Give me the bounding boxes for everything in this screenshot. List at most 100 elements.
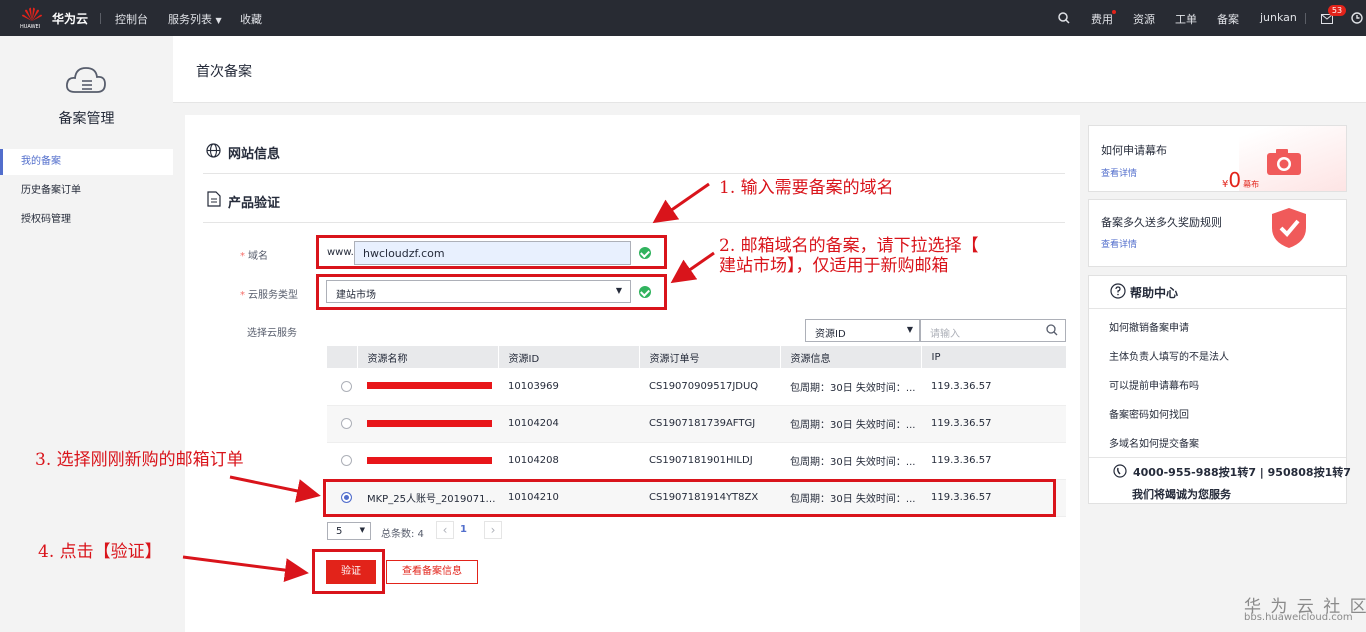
section-divider xyxy=(203,222,1065,223)
column-header-id[interactable]: 资源ID xyxy=(498,346,640,368)
help-slogan: 我们将竭诚为您服务 xyxy=(1132,488,1231,501)
search-icon[interactable] xyxy=(1058,12,1070,24)
nav-tickets[interactable]: 工单 xyxy=(1175,11,1197,27)
help-link[interactable]: 多域名如何提交备案 xyxy=(1109,435,1199,450)
help-title: 帮助中心 xyxy=(1130,286,1179,300)
column-header-name[interactable]: 资源名称 xyxy=(357,346,499,368)
column-header-ip[interactable]: IP xyxy=(921,346,1067,368)
sidebar-item-auth-code[interactable]: 授权码管理 xyxy=(0,207,173,233)
search-input[interactable]: 请输入 xyxy=(920,319,1066,342)
prev-page-button[interactable]: ‹ xyxy=(436,521,454,539)
sidebar-item-history-orders[interactable]: 历史备案订单 xyxy=(0,178,173,204)
clock-icon[interactable] xyxy=(1351,12,1363,24)
search-icon[interactable] xyxy=(1046,324,1058,336)
help-link[interactable]: 主体负责人填写的不是法人 xyxy=(1109,348,1229,363)
resource-name-cell xyxy=(357,368,498,406)
user-name[interactable]: junkan xyxy=(1260,11,1297,24)
nav-favorites[interactable]: 收藏 xyxy=(240,11,262,27)
promo-link[interactable]: 查看详情 xyxy=(1101,166,1137,179)
user-divider xyxy=(1305,13,1306,24)
price-tag: ¥0 幕布 xyxy=(1222,168,1259,192)
search-field-value: 资源ID xyxy=(815,329,846,340)
table-row[interactable]: 10104208 CS1907181901HILDJ 包周期：30日 失效时间：… xyxy=(327,442,1066,480)
annotation-step-1: 1. 输入需要备案的域名 xyxy=(719,178,894,198)
annotation-step-2-line-2: 建站市场】，仅适用于新购邮箱 xyxy=(719,256,949,276)
annotation-step-4: 4. 点击【验证】 xyxy=(38,542,162,562)
column-header-select xyxy=(327,346,358,368)
phone-icon xyxy=(1113,463,1127,479)
row-radio[interactable] xyxy=(341,454,352,466)
search-field-select[interactable]: 资源ID ▼ xyxy=(805,319,920,342)
total-count: 总条数: 4 xyxy=(381,529,424,540)
row-radio[interactable] xyxy=(341,417,352,429)
next-page-button[interactable]: › xyxy=(484,521,502,539)
help-link[interactable]: 可以提前申请幕布吗 xyxy=(1109,377,1199,392)
search-input-placeholder: 请输入 xyxy=(930,329,960,340)
page-size-select[interactable]: 5 ▼ xyxy=(327,522,371,540)
help-phone: 4000-955-988按1转7 | 950808按1转7 xyxy=(1133,466,1351,479)
top-navigation-bar: HUAWEI 华为云 控制台 服务列表 ▼ 收藏 费用 资源 工单 备案 jun… xyxy=(0,0,1366,36)
caret-down-icon: ▼ xyxy=(215,16,222,25)
huawei-logo[interactable]: HUAWEI xyxy=(20,6,44,32)
page-title: 首次备案 xyxy=(196,64,252,80)
row-radio[interactable] xyxy=(341,380,352,392)
document-icon xyxy=(207,191,221,207)
help-link[interactable]: 备案密码如何找回 xyxy=(1109,406,1189,421)
view-record-button[interactable]: 查看备案信息 xyxy=(386,560,478,584)
help-link[interactable]: 如何撤销备案申请 xyxy=(1109,319,1189,334)
price-value: 0 xyxy=(1228,168,1242,192)
resource-ip-cell: 119.3.36.57 xyxy=(921,442,1066,480)
shield-check-icon xyxy=(1269,206,1309,250)
nav-service-list-label: 服务列表 xyxy=(168,13,212,26)
annotation-step-3: 3. 选择刚刚新购的邮箱订单 xyxy=(35,450,244,470)
redacted-mark xyxy=(367,382,492,390)
resource-id-cell: 10104204 xyxy=(498,405,639,443)
promo-card-reward[interactable]: 备案多久送多久奖励规则 查看详情 xyxy=(1088,199,1347,267)
sidebar-title: 备案管理 xyxy=(58,111,115,127)
required-mark: * xyxy=(240,290,245,301)
resource-info-cell: 包周期：30日 失效时间：... xyxy=(780,405,921,443)
question-circle-icon xyxy=(1110,283,1126,299)
service-type-label: * 云服务类型 xyxy=(220,286,298,301)
domain-label-text: 域名 xyxy=(248,251,268,262)
brand-name[interactable]: 华为云 xyxy=(52,10,88,27)
row-select-cell[interactable] xyxy=(327,405,357,443)
sidebar-item-my-filings[interactable]: 我的备案 xyxy=(0,149,173,175)
promo-title: 备案多久送多久奖励规则 xyxy=(1101,216,1222,229)
cloud-document-icon xyxy=(63,62,109,98)
annotation-step-2-line-1: 2. 邮箱域名的备案，请下拉选择【 xyxy=(719,236,979,256)
dropdown-arrow-icon: ▼ xyxy=(906,325,913,334)
resource-name-cell xyxy=(357,405,498,443)
promo-title: 如何申请幕布 xyxy=(1101,144,1167,157)
section-divider xyxy=(203,173,1065,174)
table-row[interactable]: 10103969 CS19070909517JDUQ 包周期：30日 失效时间：… xyxy=(327,368,1066,406)
resource-order-cell: CS1907181901HILDJ xyxy=(639,442,780,480)
current-page[interactable]: 1 xyxy=(460,524,467,535)
row-select-cell[interactable] xyxy=(327,442,357,480)
column-header-info[interactable]: 资源信息 xyxy=(780,346,922,368)
promo-card-curtain[interactable]: 如何申请幕布 查看详情 ¥0 幕布 xyxy=(1088,125,1347,192)
nav-billing[interactable]: 费用 xyxy=(1091,11,1113,27)
nav-resources[interactable]: 资源 xyxy=(1133,11,1155,27)
promo-link[interactable]: 查看详情 xyxy=(1101,237,1137,250)
nav-console[interactable]: 控制台 xyxy=(115,11,148,27)
row-select-cell[interactable] xyxy=(327,368,357,406)
resource-info-cell: 包周期：30日 失效时间：... xyxy=(780,442,921,480)
required-mark: * xyxy=(240,251,245,262)
nav-filing[interactable]: 备案 xyxy=(1217,11,1239,27)
help-divider xyxy=(1089,457,1346,458)
nav-service-list[interactable]: 服务列表 ▼ xyxy=(168,11,222,27)
resource-info-cell: 包周期：30日 失效时间：... xyxy=(780,368,921,406)
column-header-order[interactable]: 资源订单号 xyxy=(639,346,781,368)
resource-id-cell: 10103969 xyxy=(498,368,639,406)
billing-dot xyxy=(1112,10,1116,14)
page-header: 首次备案 xyxy=(173,36,1366,103)
camera-icon xyxy=(1265,146,1303,176)
resource-ip-cell: 119.3.36.57 xyxy=(921,368,1066,406)
resource-ip-cell: 119.3.36.57 xyxy=(921,405,1066,443)
service-type-label-text: 云服务类型 xyxy=(248,290,298,301)
highlight-selected-row xyxy=(323,479,1056,517)
help-divider xyxy=(1089,308,1346,309)
table-row[interactable]: 10104204 CS1907181739AFTGJ 包周期：30日 失效时间：… xyxy=(327,405,1066,443)
message-badge: 53 xyxy=(1328,5,1346,16)
